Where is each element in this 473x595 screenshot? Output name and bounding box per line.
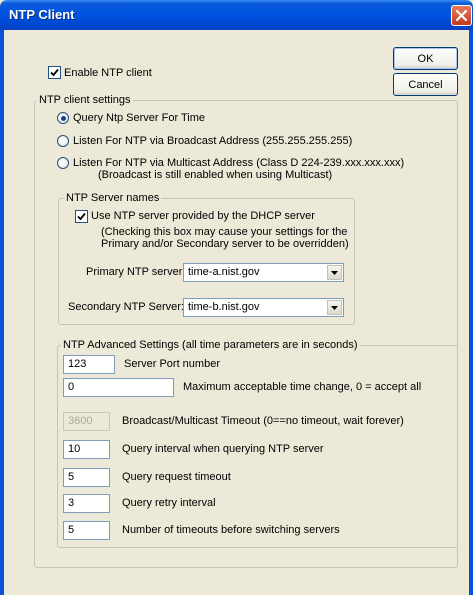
max-time-change-label: Maximum acceptable time change, 0 = acce… [183,381,422,393]
query-interval-field[interactable]: 10 [63,440,110,459]
radio-selected-dot [60,115,66,121]
timeouts-switch-label: Number of timeouts before switching serv… [122,524,340,536]
max-time-change-field[interactable]: 0 [63,378,174,397]
window-title: NTP Client [9,7,75,22]
radio-broadcast[interactable] [57,135,69,147]
dropdown-button[interactable] [327,265,342,280]
primary-server-combo[interactable]: time-a.nist.gov [183,263,344,282]
close-button[interactable] [451,5,472,26]
dropdown-button[interactable] [327,300,342,315]
dhcp-server-label: Use NTP server provided by the DHCP serv… [91,210,315,222]
radio-multicast-note: (Broadcast is still enabled when using M… [98,169,333,181]
chevron-down-icon [331,305,338,310]
dhcp-note-line1: (Checking this box may cause your settin… [101,226,348,238]
dhcp-note-line2: Primary and/or Secondary server to be ov… [101,238,349,250]
query-retry-label: Query retry interval [122,497,216,509]
enable-ntp-label: Enable NTP client [64,67,152,79]
primary-server-value: time-a.nist.gov [188,266,260,278]
query-timeout-label: Query request timeout [122,471,231,483]
secondary-server-label: Secondary NTP Server: [68,301,184,313]
primary-server-label: Primary NTP server: [86,266,186,278]
server-port-label: Server Port number [124,358,220,370]
server-names-legend: NTP Server names [64,192,162,204]
query-interval-label: Query interval when querying NTP server [122,443,324,455]
query-timeout-field[interactable]: 5 [63,468,110,487]
cancel-button[interactable]: Cancel [393,73,458,96]
timeouts-switch-field[interactable]: 5 [63,521,110,540]
broadcast-timeout-label: Broadcast/Multicast Timeout (0==no timeo… [122,415,404,427]
window-frame-right [469,30,473,595]
close-icon [456,10,467,21]
radio-multicast-label: Listen For NTP via Multicast Address (Cl… [73,157,405,169]
checkmark-icon [77,212,86,221]
query-retry-field[interactable]: 3 [63,494,110,513]
radio-query-server[interactable] [57,112,69,124]
checkmark-icon [50,68,59,77]
advanced-settings-legend: NTP Advanced Settings (all time paramete… [61,339,360,351]
client-settings-legend: NTP client settings [37,94,133,106]
dhcp-server-checkbox[interactable] [75,210,88,223]
radio-broadcast-label: Listen For NTP via Broadcast Address (25… [73,135,353,147]
radio-query-server-label: Query Ntp Server For Time [73,112,206,124]
enable-ntp-checkbox[interactable] [48,66,61,79]
broadcast-timeout-field[interactable]: 3600 [63,412,110,431]
server-port-field[interactable]: 123 [63,355,115,374]
secondary-server-combo[interactable]: time-b.nist.gov [183,298,344,317]
chevron-down-icon [331,270,338,275]
secondary-server-value: time-b.nist.gov [188,301,260,313]
radio-multicast[interactable] [57,157,69,169]
ok-button[interactable]: OK [393,47,458,70]
